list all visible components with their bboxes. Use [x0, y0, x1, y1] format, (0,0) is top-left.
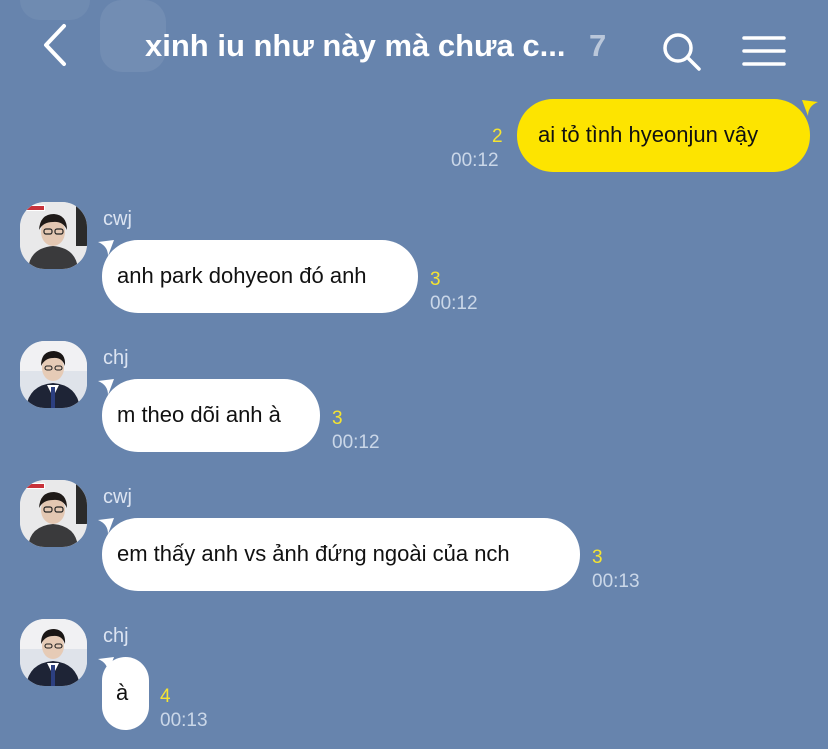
- background-avatar-shadow: [20, 0, 90, 20]
- message-text: anh park dohyeon đó anh: [117, 263, 367, 288]
- message-time: 00:12: [430, 293, 478, 314]
- sender-name: cwj: [103, 486, 132, 508]
- back-button[interactable]: [36, 20, 80, 70]
- message-text: m theo dõi anh à: [117, 402, 281, 427]
- user-photo-icon: [20, 619, 87, 686]
- sender-name: chj: [103, 347, 129, 369]
- message-bubble[interactable]: anh park dohyeon đó anh: [102, 240, 418, 313]
- message-time: 00:13: [160, 710, 208, 731]
- unread-count: 4: [160, 686, 171, 707]
- hamburger-menu-icon: [742, 36, 786, 66]
- message-bubble-mine[interactable]: ai tỏ tình hyeonjun vậy: [517, 99, 810, 172]
- message-time: 00:12: [332, 432, 380, 453]
- message-bubble[interactable]: m theo dõi anh à: [102, 379, 320, 452]
- menu-button[interactable]: [740, 32, 788, 72]
- chevron-left-icon: [44, 24, 66, 66]
- message-bubble[interactable]: em thấy anh vs ảnh đứng ngoài của nch: [102, 518, 580, 591]
- message-text: em thấy anh vs ảnh đứng ngoài của nch: [117, 541, 510, 566]
- unread-count: 3: [332, 408, 343, 429]
- sender-name: cwj: [103, 208, 132, 230]
- unread-count: 2: [492, 126, 503, 147]
- unread-count: 3: [592, 547, 603, 568]
- avatar-cwj[interactable]: [20, 480, 87, 547]
- sender-name: chj: [103, 625, 129, 647]
- user-photo-icon: [20, 202, 87, 269]
- member-count: 7: [589, 28, 607, 63]
- search-button[interactable]: [660, 30, 704, 74]
- unread-count: 3: [430, 269, 441, 290]
- avatar-chj[interactable]: [20, 619, 87, 686]
- search-icon: [663, 33, 701, 71]
- chat-title[interactable]: xinh iu như này mà chưa c...: [145, 24, 585, 68]
- chat-header: xinh iu như này mà chưa c... 7: [0, 0, 828, 92]
- user-photo-icon: [20, 480, 87, 547]
- bubble-tail: [802, 100, 818, 116]
- avatar-cwj[interactable]: [20, 202, 87, 269]
- avatar-chj[interactable]: [20, 341, 87, 408]
- message-text: ai tỏ tình hyeonjun vậy: [538, 122, 759, 147]
- message-time: 00:13: [592, 571, 640, 592]
- message-text: à: [116, 680, 129, 705]
- user-photo-icon: [20, 341, 87, 408]
- message-time: 00:12: [451, 150, 499, 171]
- message-bubble[interactable]: à: [102, 657, 149, 730]
